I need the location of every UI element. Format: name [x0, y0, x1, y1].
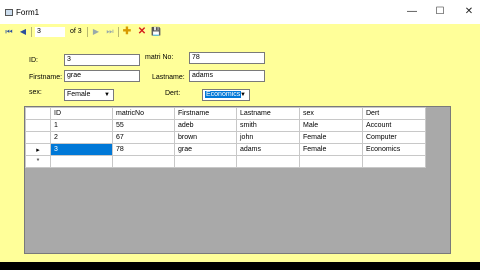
- table-row-current[interactable]: ▸ 3 78 grae adams Female Economics: [25, 143, 426, 156]
- id-field[interactable]: 3: [64, 54, 140, 66]
- minimize-button[interactable]: —: [398, 4, 426, 20]
- column-header[interactable]: matricNo: [112, 107, 175, 120]
- position-field[interactable]: 3: [35, 27, 65, 37]
- grid-table: ID matricNo Firstname Lastname sex Dert …: [25, 107, 426, 168]
- table-cell[interactable]: [299, 155, 363, 168]
- table-cell[interactable]: Female: [299, 131, 363, 144]
- table-cell[interactable]: [112, 155, 175, 168]
- chevron-down-icon[interactable]: ▼: [238, 90, 248, 100]
- row-header[interactable]: [25, 119, 51, 132]
- column-header[interactable]: ID: [50, 107, 113, 120]
- table-cell[interactable]: smith: [236, 119, 300, 132]
- column-header[interactable]: Dert: [362, 107, 426, 120]
- move-first-icon[interactable]: ⏮: [4, 27, 14, 37]
- table-cell[interactable]: Male: [299, 119, 363, 132]
- table-cell[interactable]: [236, 155, 300, 168]
- data-grid[interactable]: ID matricNo Firstname Lastname sex Dert …: [24, 106, 451, 254]
- table-cell[interactable]: brown: [174, 131, 237, 144]
- column-header[interactable]: sex: [299, 107, 363, 120]
- table-cell[interactable]: 1: [50, 119, 113, 132]
- delete-icon[interactable]: ✕: [137, 27, 147, 37]
- table-cell[interactable]: adams: [236, 143, 300, 156]
- row-header-corner[interactable]: [25, 107, 51, 120]
- move-last-icon[interactable]: ⏭: [105, 27, 115, 37]
- app-icon: [5, 9, 13, 16]
- maximize-button[interactable]: ☐: [426, 4, 454, 20]
- dept-dropdown[interactable]: Economics ▼: [202, 89, 250, 101]
- move-previous-icon[interactable]: ◀: [18, 27, 28, 37]
- table-cell[interactable]: Computer: [362, 131, 426, 144]
- table-cell[interactable]: Economics: [362, 143, 426, 156]
- new-row[interactable]: *: [25, 155, 426, 168]
- matric-field[interactable]: 78: [189, 52, 265, 64]
- dept-selected-value: Economics: [205, 91, 242, 98]
- table-cell[interactable]: Account: [362, 119, 426, 132]
- chevron-down-icon[interactable]: ▼: [102, 90, 112, 100]
- count-label: of 3: [70, 28, 82, 35]
- id-label: ID:: [29, 57, 38, 64]
- separator: [118, 27, 119, 37]
- table-cell[interactable]: 67: [112, 131, 175, 144]
- table-cell[interactable]: [362, 155, 426, 168]
- lastname-field[interactable]: adams: [189, 70, 265, 82]
- save-icon[interactable]: 💾: [151, 27, 161, 37]
- sex-selected-value: Female: [67, 91, 91, 98]
- table-cell[interactable]: 2: [50, 131, 113, 144]
- table-row[interactable]: 1 55 adeb smith Male Account: [25, 119, 426, 132]
- table-cell[interactable]: [50, 155, 113, 168]
- bottom-border: [0, 262, 480, 270]
- table-cell[interactable]: grae: [174, 143, 237, 156]
- row-header[interactable]: [25, 131, 51, 144]
- table-cell-selected[interactable]: 3: [50, 143, 113, 156]
- lastname-label: Lastname:: [152, 74, 185, 81]
- column-header[interactable]: Lastname: [236, 107, 300, 120]
- matric-label: matri No:: [145, 54, 174, 61]
- form-window: Form1 — ☐ ✕ ⏮ ◀ 3 of 3 ▶ ⏭ ✚ ✕ 💾 ID: 3 m…: [0, 0, 480, 262]
- table-cell[interactable]: john: [236, 131, 300, 144]
- column-header[interactable]: Firstname: [174, 107, 237, 120]
- separator: [31, 27, 32, 37]
- window-title: Form1: [16, 8, 40, 17]
- table-row[interactable]: 2 67 brown john Female Computer: [25, 131, 426, 144]
- header-row: ID matricNo Firstname Lastname sex Dert: [25, 107, 426, 120]
- dept-label: Dert:: [165, 90, 181, 97]
- move-next-icon[interactable]: ▶: [91, 27, 101, 37]
- binding-navigator: ⏮ ◀ 3 of 3 ▶ ⏭ ✚ ✕ 💾: [0, 24, 480, 40]
- firstname-label: Firstname:: [29, 74, 63, 81]
- table-cell[interactable]: adeb: [174, 119, 237, 132]
- sex-dropdown[interactable]: Female ▼: [64, 89, 114, 101]
- table-cell[interactable]: Female: [299, 143, 363, 156]
- sex-label: sex:: [29, 89, 42, 96]
- current-row-indicator[interactable]: ▸: [25, 143, 51, 156]
- table-cell[interactable]: 78: [112, 143, 175, 156]
- firstname-field[interactable]: grae: [64, 70, 140, 82]
- add-new-icon[interactable]: ✚: [122, 27, 132, 37]
- new-row-indicator[interactable]: *: [25, 155, 51, 168]
- table-cell[interactable]: [174, 155, 237, 168]
- close-button[interactable]: ✕: [455, 4, 480, 20]
- title-bar: Form1 — ☐ ✕: [0, 0, 480, 24]
- table-cell[interactable]: 55: [112, 119, 175, 132]
- separator: [87, 27, 88, 37]
